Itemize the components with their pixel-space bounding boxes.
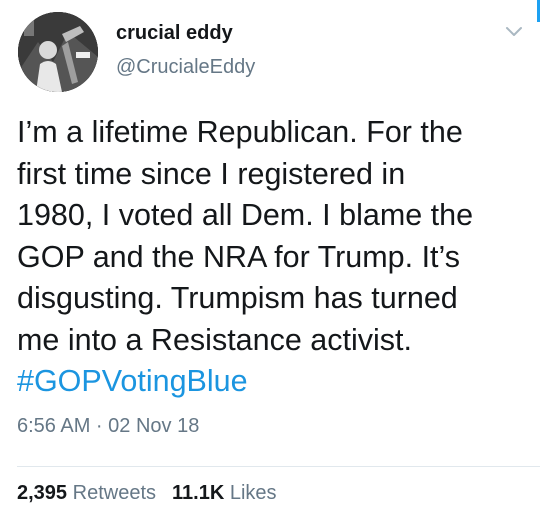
tweet-text-line: first time since I registered in xyxy=(17,156,406,191)
tweet-card: crucial eddy @CrucialeEddy I’m a lifetim… xyxy=(0,0,540,522)
likes-count: 11.1K xyxy=(172,482,225,504)
hashtag-link[interactable]: #GOPVotingBlue xyxy=(17,361,522,403)
tweet-text: I’m a lifetime Republican. For the first… xyxy=(17,112,522,403)
tweet-timestamp[interactable]: 6:56 AM · 02 Nov 18 xyxy=(17,415,199,438)
tweet-text-line: GOP and the NRA for Trump. It’s xyxy=(17,239,461,274)
divider xyxy=(17,466,540,467)
tweet-text-line: I’m a lifetime Republican. For the xyxy=(17,115,463,149)
author-display-name[interactable]: crucial eddy xyxy=(116,22,233,45)
profile-photo-icon xyxy=(18,12,98,92)
retweets-label: Retweets xyxy=(72,482,156,504)
likes-label: Likes xyxy=(229,482,277,504)
tweet-text-line: me into a Resistance activist. xyxy=(17,322,412,357)
author-avatar[interactable] xyxy=(18,12,98,92)
likes-stat[interactable]: 11.1K Likes xyxy=(172,482,277,505)
tweet-text-line: 1980, I voted all Dem. I blame the xyxy=(17,198,474,232)
retweets-stat[interactable]: 2,395 Retweets xyxy=(17,482,156,505)
tweet-stats: 2,395 Retweets 11.1K Likes xyxy=(17,482,277,505)
author-handle[interactable]: @CrucialeEddy xyxy=(116,56,255,79)
tweet-text-line: disgusting. Trumpism has turned xyxy=(17,281,458,315)
chevron-down-icon[interactable] xyxy=(503,21,525,43)
retweets-count: 2,395 xyxy=(17,482,68,504)
